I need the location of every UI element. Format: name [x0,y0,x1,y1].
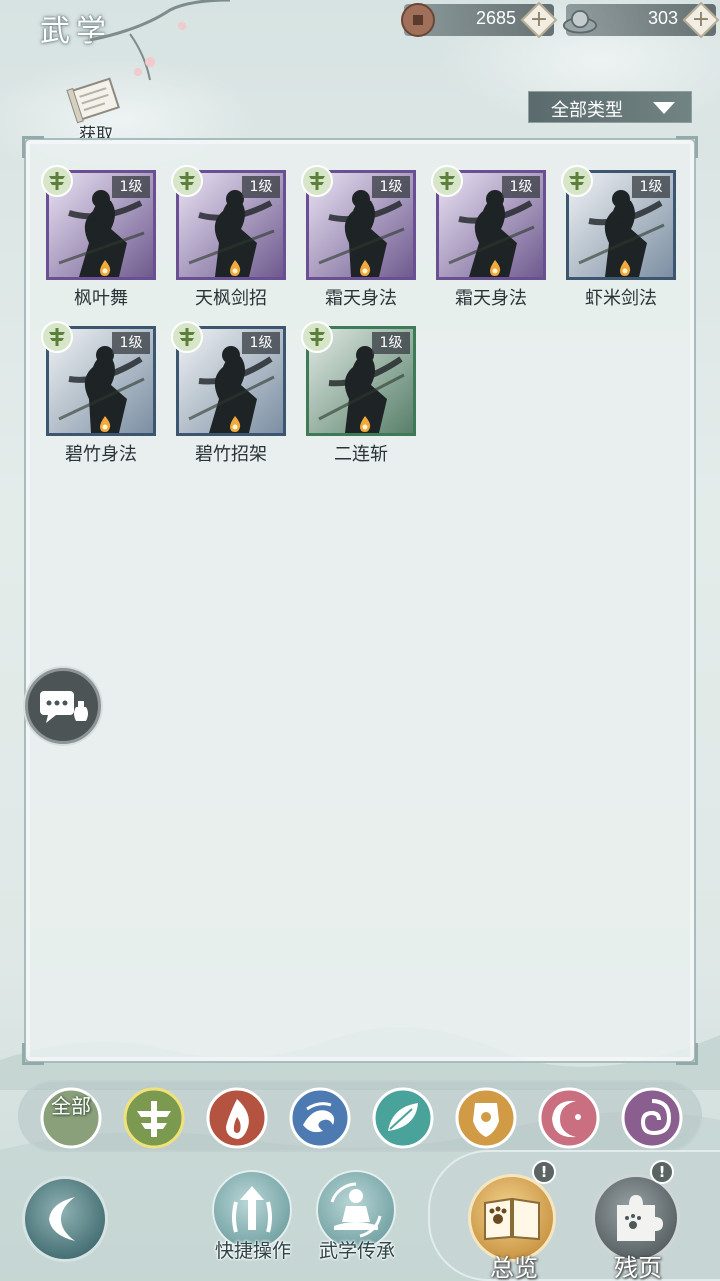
fragment-label: 残页 [614,1254,662,1281]
skill-name: 碧竹身法 [65,444,137,465]
sword-type-badge-icon [41,321,73,353]
quick-ops-label: 快捷操作 [214,1240,291,1262]
shield-category-icon [455,1087,517,1149]
back-arrow-icon [49,1197,75,1241]
category-all-button[interactable]: 全部 [40,1087,102,1149]
puzzle-piece-icon [617,1195,663,1241]
skill-item[interactable]: 1级霜天身法 [431,165,546,310]
skill-name: 霜天身法 [325,288,397,309]
spiral-category-icon [621,1087,683,1149]
skill-item[interactable]: 1级天枫剑招 [171,165,286,310]
skill-level: 1级 [242,332,280,354]
flame-icon [100,416,111,432]
category-filter-bar: 全部 [18,1080,702,1152]
skill-list-panel: 1级 枫叶舞 1级 天枫剑招 1级 霜天身法 1级 霜天身法 1级 虾米剑法 1级 碧竹身法 1级 碧竹招… [22,136,698,1065]
add-copper-button[interactable]: + [520,1,558,39]
sword-type-badge-icon [561,165,593,197]
fragment-button[interactable]: ! 残页 [588,1160,688,1281]
skill-level: 1级 [112,176,150,198]
category-wave-button[interactable] [289,1087,351,1149]
back-button[interactable] [22,1176,108,1262]
sword-type-badge-icon [171,321,203,353]
flame-icon [620,260,631,276]
category-fire-button[interactable] [206,1087,268,1149]
skill-name: 霜天身法 [455,288,527,309]
copper-currency: 2685 + [401,1,558,39]
skill-level: 1级 [502,176,540,198]
sword-type-badge-icon [171,165,203,197]
flame-icon [230,260,241,276]
overview-button[interactable]: ! 总览 [464,1160,564,1281]
plus-icon: + [691,7,711,32]
add-silver-button[interactable]: + [682,1,720,39]
skill-level: 1级 [372,332,410,354]
chat-bubble-icon [40,691,88,723]
moon-category-icon [538,1087,600,1149]
inherit-label: 武学传承 [318,1240,395,1262]
panel-corner-decoration [22,136,44,158]
category-spiral-button[interactable] [621,1087,683,1149]
category-all-label: 全部 [51,1094,91,1118]
fragment-notice-badge: ! [650,1160,674,1184]
book-paw-icon [484,1197,540,1241]
skill-level: 1级 [372,176,410,198]
sword-type-badge-icon [301,165,333,197]
copper-amount: 2685 [475,8,516,28]
sword-type-badge-icon [41,165,73,197]
skill-level: 1级 [632,176,670,198]
leaf-category-icon [372,1087,434,1149]
silver-amount: 303 [647,8,678,28]
silver-currency: 303 + [562,1,720,39]
flame-icon [360,416,371,432]
chat-button[interactable] [25,668,101,744]
type-filter-label: 全部类型 [551,100,623,121]
flame-icon [490,260,501,276]
dropdown-arrow-icon [653,102,675,114]
sword-type-badge-icon [301,321,333,353]
category-moon-button[interactable] [538,1087,600,1149]
overview-label: 总览 [490,1254,538,1281]
panel-corner-decoration [676,1043,698,1065]
overview-notice-badge: ! [532,1160,556,1184]
skill-name: 天枫剑招 [195,288,267,309]
skill-level: 1级 [112,332,150,354]
skill-name: 碧竹招架 [195,444,267,465]
inherit-button[interactable]: 武学传承 [302,1170,412,1270]
wave-category-icon [289,1087,351,1149]
skill-item[interactable]: 1级二连斩 [301,321,416,466]
copper-coin-icon [401,3,435,37]
quick-ops-button[interactable]: 快捷操作 [198,1170,308,1270]
category-sword-button[interactable] [123,1087,185,1149]
skill-name: 二连斩 [334,444,388,465]
flame-icon [230,416,241,432]
skill-item[interactable]: 1级碧竹身法 [41,321,156,466]
flame-icon [360,260,371,276]
panel-corner-decoration [22,1043,44,1065]
skill-level: 1级 [242,176,280,198]
sword-category-icon [123,1087,185,1149]
skill-item[interactable]: 1级虾米剑法 [561,165,676,310]
skill-name: 虾米剑法 [585,288,657,309]
skill-item[interactable]: 1级枫叶舞 [41,165,156,310]
plus-icon: + [529,7,549,32]
sword-type-badge-icon [431,165,463,197]
skill-item[interactable]: 1级霜天身法 [301,165,416,310]
panel-corner-decoration [676,136,698,158]
flame-category-icon [206,1087,268,1149]
category-leaf-button[interactable] [372,1087,434,1149]
skill-name: 枫叶舞 [74,288,128,309]
acquire-button[interactable]: 获取 [64,74,128,145]
skill-item[interactable]: 1级碧竹招架 [171,321,286,466]
silver-ingot-icon [562,10,598,34]
flame-icon [100,260,111,276]
type-filter-dropdown[interactable]: 全部类型 [528,91,692,123]
category-shield-button[interactable] [455,1087,517,1149]
